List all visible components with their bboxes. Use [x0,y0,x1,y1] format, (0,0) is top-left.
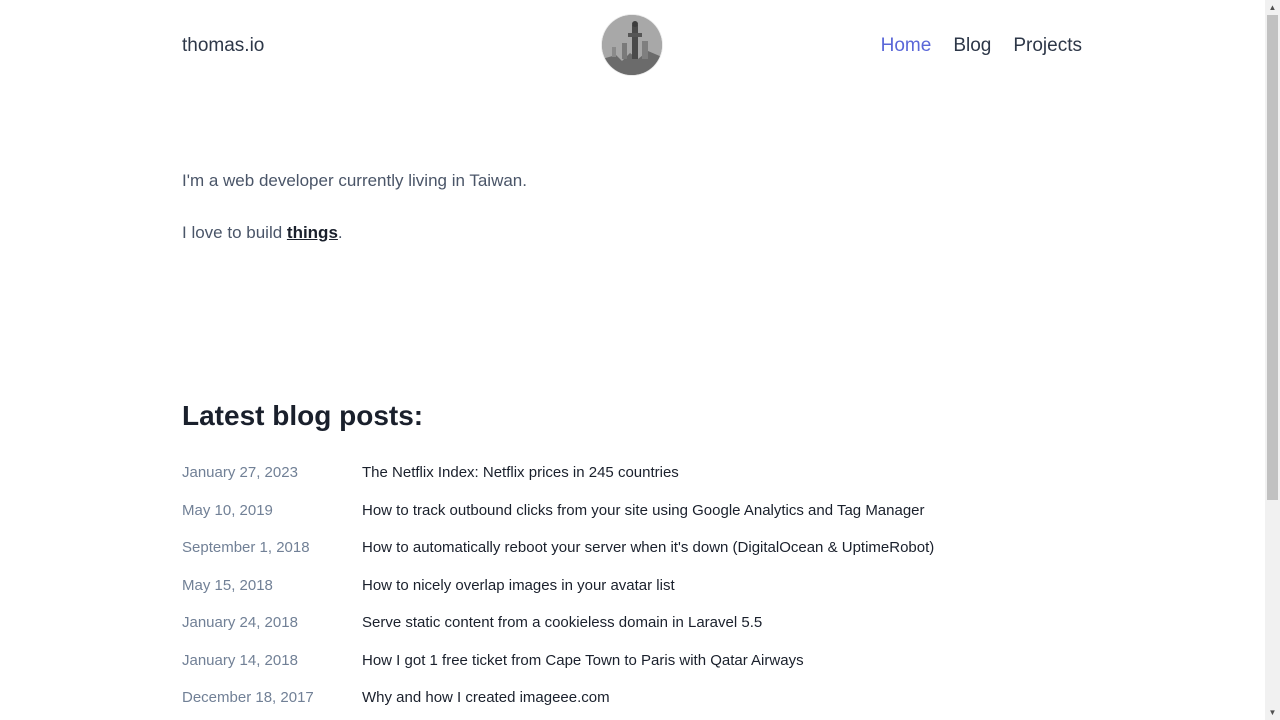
post-title-link[interactable]: The Netflix Index: Netflix prices in 245… [362,460,679,486]
post-title-link[interactable]: Why and how I created imageee.com [362,685,610,711]
post-date: January 27, 2023 [182,464,298,481]
nav-projects-link[interactable]: Projects [1013,33,1082,59]
avatar-photo-icon [602,15,662,75]
list-item: January 27, 2023 The Netflix Index: Netf… [182,460,1082,498]
list-item: September 1, 2018 How to automatically r… [182,535,1082,573]
page: thomas.io Home Blog Projects I'm a web d… [0,0,1265,720]
intro-line-2-suffix: . [337,223,343,242]
nav-home-link[interactable]: Home [881,33,932,59]
post-title-link[interactable]: How to nicely overlap images in your ava… [362,573,675,599]
intro-line-1: I'm a web developer currently living in … [182,171,527,190]
main-container: thomas.io Home Blog Projects I'm a web d… [182,0,1082,706]
list-item: May 15, 2018 How to nicely overlap image… [182,573,1082,611]
list-item: December 18, 2017 Why and how I created … [182,685,1082,720]
post-title-link[interactable]: Serve static content from a cookieless d… [362,610,762,636]
post-date: January 14, 2018 [182,651,298,669]
intro-line-2-prefix: I love to build [182,223,287,242]
scroll-up-arrow-icon[interactable]: ▲ [1265,0,1280,15]
scroll-down-arrow-icon[interactable]: ▼ [1265,705,1280,720]
list-item: May 10, 2019 How to track outbound click… [182,498,1082,536]
list-item: January 24, 2018 Serve static content fr… [182,610,1082,648]
nav-blog-link[interactable]: Blog [953,33,991,59]
post-title-link[interactable]: How to track outbound clicks from your s… [362,498,925,524]
post-date: September 1, 2018 [182,539,310,556]
post-title-link[interactable]: How I got 1 free ticket from Cape Town t… [362,648,804,674]
things-link[interactable]: things [287,223,338,242]
avatar[interactable] [602,15,662,75]
post-title-link[interactable]: How to automatically reboot your server … [362,535,934,561]
latest-posts-heading: Latest blog posts: [182,400,424,431]
post-date: January 24, 2018 [182,614,298,631]
post-date: December 18, 2017 [182,689,314,706]
site-header: thomas.io Home Blog Projects [182,0,1082,92]
vertical-scrollbar[interactable]: ▲ ▼ [1265,0,1280,720]
intro-line-2: I love to build things. [182,220,527,246]
list-item: January 14, 2018 How I got 1 free ticket… [182,648,1082,686]
post-date: May 10, 2019 [182,501,273,519]
scrollbar-thumb[interactable] [1267,15,1278,500]
intro-section: I'm a web developer currently living in … [182,168,527,246]
blog-post-list: January 27, 2023 The Netflix Index: Netf… [182,460,1082,720]
post-date: May 15, 2018 [182,576,273,594]
main-nav: Home Blog Projects [881,33,1082,59]
brand-link[interactable]: thomas.io [182,33,264,59]
